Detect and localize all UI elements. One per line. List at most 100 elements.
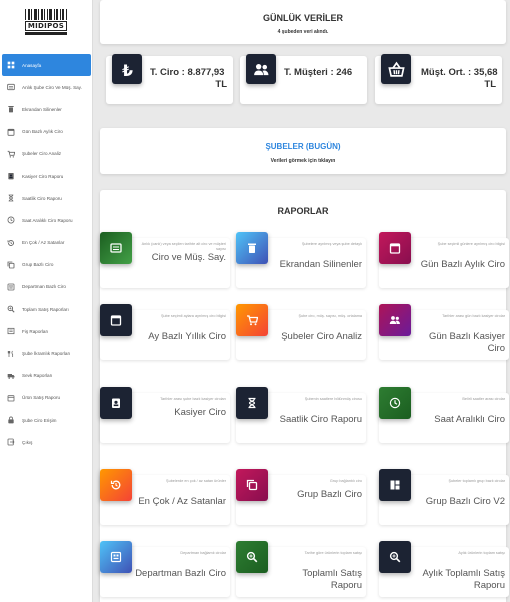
history-icon (100, 469, 132, 501)
daily-title: GÜNLÜK VERİLER (262, 13, 343, 23)
sidebar-item-label: Anlık Şube Ciro Ve Müş. Say. (22, 84, 82, 90)
sidebar-item[interactable]: Fiş Raporları (2, 320, 91, 342)
report-description: Şube seçimli günlere ayrılmış ciro bilgi… (437, 242, 505, 246)
report-title: Ay Bazlı Yıllık Ciro (148, 331, 226, 342)
calendar-icon (7, 128, 15, 136)
branches-subtitle: Verileri görmek için tıklayın (270, 158, 336, 164)
sidebar-item-label: Saat Aralıklı Ciro Raporu (22, 217, 73, 223)
sidebar-item[interactable]: Saat Aralıklı Ciro Raporu (2, 209, 91, 231)
report-title: Ciro ve Müş. Say. (151, 252, 226, 263)
sidebar-item[interactable]: Anasayfa (2, 54, 91, 77)
copy-icon (7, 261, 15, 269)
receipt-icon (7, 327, 15, 335)
report-card[interactable]: Şube seçimli günlere ayrılmış ciro bilgi… (379, 232, 509, 288)
report-description: Belirli saatler arası cirolar (462, 397, 505, 401)
report-card[interactable]: Tarihler arası şube bazlı kasiyer cirola… (100, 387, 230, 443)
report-description: Tarihler arası şube bazlı kasiyer cirola… (160, 397, 226, 401)
sidebar: MIDIPOS Anasayfa Anlık Şube Ciro Ve Müş. … (0, 0, 93, 602)
barcode-icon (25, 9, 67, 20)
badge-icon (100, 387, 132, 419)
report-title: Saat Aralıklı Ciro (434, 414, 505, 425)
hourglass-icon (7, 194, 15, 202)
sidebar-item[interactable]: Şube İkramlık Raporları (2, 342, 91, 364)
report-description: Aylık ürünlerin toplam satışı (458, 551, 505, 555)
history-icon (7, 239, 15, 247)
logout-icon (7, 438, 15, 446)
cart-icon (7, 150, 15, 158)
users-icon (246, 54, 276, 84)
sidebar-item[interactable]: Ürün Satış Raporu (2, 387, 91, 409)
sidebar-item-label: Toplam Satış Raporları (22, 306, 69, 312)
sidebar-item[interactable]: Çıkış (2, 431, 91, 453)
building-icon (100, 541, 132, 573)
report-card[interactable]: Şubelere ayrılmış veya şube detaylı Ekran… (236, 232, 366, 288)
sidebar-item[interactable]: Saatlik Ciro Raporu (2, 187, 91, 209)
sidebar-item-label: Şube Ciro Erişim (22, 417, 57, 423)
report-title: Grup Bazlı Ciro (297, 489, 362, 500)
lira-icon: ₺ (112, 54, 142, 84)
report-card[interactable]: Belirli saatler arası cirolar Saat Aralık… (379, 387, 509, 443)
basket-icon (381, 54, 411, 84)
sidebar-item[interactable]: Sevk Raporları (2, 365, 91, 387)
report-title: Saatlik Ciro Raporu (279, 414, 362, 425)
sidebar-item-label: Ürün Satış Raporu (22, 395, 61, 401)
report-card[interactable]: Şubelerde en çok / az satan ürünler En Ço… (100, 469, 230, 525)
sidebar-nav: Anasayfa Anlık Şube Ciro Ve Müş. Say. Ekra… (2, 54, 91, 453)
report-title: Gün Bazlı Kasiyer Ciro (428, 331, 505, 354)
report-description: Departman bağlamlı cirolar (180, 551, 226, 555)
daily-stat-card: ₺ T. Ciro : 8.877,93 TL (106, 54, 233, 104)
sidebar-item[interactable]: Grup Bazlı Ciro (2, 254, 91, 276)
report-description: Şubelerde en çok / az satan ürünler (166, 479, 226, 483)
report-card[interactable]: Tarihe göre ürünlerin toplam satışı Topla… (236, 541, 366, 597)
report-card[interactable]: Tarihler arası gün bazlı kasiyer cirolar… (379, 304, 509, 360)
sidebar-item-label: En Çok / Az Satanlar (22, 240, 65, 246)
report-card[interactable]: Aylık ürünlerin toplam satışı Aylık Topla… (379, 541, 509, 597)
branches-card[interactable]: ŞUBELER (BUGÜN) Verileri görmek için tık… (100, 128, 506, 174)
report-card[interactable]: Şube seçimli aylara ayrılmış ciro bilgis… (100, 304, 230, 360)
copy-icon (236, 469, 268, 501)
report-card[interactable]: Grup bağlantılı ciro Grup Bazlı Ciro (236, 469, 366, 525)
report-card[interactable]: Şubeler toplamlı grup bazlı cirolar Grup … (379, 469, 509, 525)
sidebar-item[interactable]: Toplam Satış Raporları (2, 298, 91, 320)
layout-icon (379, 469, 411, 501)
hourglass-icon (236, 387, 268, 419)
search-icon (236, 541, 268, 573)
daily-stat-card: Müşt. Ort. : 35,68 TL (375, 54, 502, 104)
cart-icon (236, 304, 268, 336)
report-title: Şubeler Ciro Analiz (281, 331, 362, 342)
report-card[interactable]: Şube ciro, müş. sayısı, müş. ortalama Şub… (236, 304, 366, 360)
trash-icon (236, 232, 268, 264)
sidebar-item[interactable]: Şube Ciro Erişim (2, 409, 91, 431)
stat-value: 8.877,93 (187, 67, 225, 78)
building-icon (7, 283, 15, 291)
sidebar-item-label: Grup Bazlı Ciro (22, 262, 54, 268)
sidebar-item-label: Saatlik Ciro Raporu (22, 195, 62, 201)
sidebar-item-label: Şube İkramlık Raporları (22, 351, 71, 357)
report-card[interactable]: Şubenin saatlere bölünmüş cirosu Saatlik … (236, 387, 366, 443)
users-icon (379, 304, 411, 336)
sidebar-item[interactable]: Anlık Şube Ciro Ve Müş. Say. (2, 76, 91, 98)
report-description: Şube seçimli aylara ayrılmış ciro bilgis… (161, 314, 226, 318)
clock-icon (7, 216, 15, 224)
midipos-logo[interactable]: MIDIPOS (25, 9, 67, 37)
sidebar-item[interactable]: Kasiyer Ciro Raporu (2, 165, 91, 187)
stat-value: 246 (336, 67, 353, 78)
stat-label: T. Ciro : (150, 67, 185, 78)
report-card[interactable]: Anlık (canlı) veya seçilen tarihte alt c… (100, 232, 230, 288)
sidebar-item[interactable]: Departman Bazlı Ciro (2, 276, 91, 298)
sidebar-item[interactable]: En Çok / Az Satanlar (2, 232, 91, 254)
sidebar-item-label: Gün Bazlı Aylık Ciro (22, 129, 63, 135)
lock-icon (7, 416, 15, 424)
report-title: Ekrandan Silinenler (279, 259, 362, 270)
stat-label: Müşt. Ort. : (421, 67, 472, 78)
sidebar-item-label: Kasiyer Ciro Raporu (22, 173, 64, 179)
box-icon (7, 394, 15, 402)
daily-subtitle: 4 şubeden veri alındı. (277, 29, 329, 35)
report-card[interactable]: Departman bağlamlı cirolar Departman Bazl… (100, 541, 230, 597)
report-title: Toplamlı Satış Raporu (302, 568, 362, 591)
list-icon (100, 232, 132, 264)
sidebar-item[interactable]: Şubeler Ciro Analiz (2, 143, 91, 165)
daily-header-card: GÜNLÜK VERİLER 4 şubeden veri alındı. (100, 0, 506, 44)
sidebar-item[interactable]: Gün Bazlı Aylık Ciro (2, 121, 91, 143)
sidebar-item[interactable]: Ekrandan Silinenler (2, 98, 91, 120)
